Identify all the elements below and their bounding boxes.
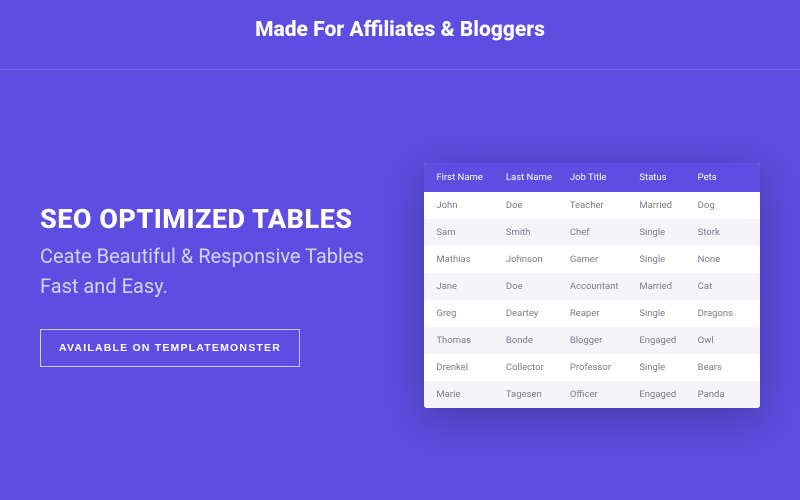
table-cell: Doe xyxy=(502,200,566,211)
page-header: Made For Affiliates & Bloggers xyxy=(0,0,800,70)
table-cell: Owl xyxy=(694,335,752,346)
header-title: Made For Affiliates & Bloggers xyxy=(255,18,545,42)
table-row: SamSmithChefSingleStork xyxy=(424,219,760,246)
table-row: DrenkelCollectorProfessorSingleBears xyxy=(424,354,760,381)
table-cell: Drenkel xyxy=(432,362,502,373)
table-cell: Blogger xyxy=(566,335,636,346)
data-table: First Name Last Name Job Title Status Pe… xyxy=(424,163,760,408)
table-header-cell: First Name xyxy=(432,172,502,183)
table-header-cell: Job Title xyxy=(566,172,636,183)
table-cell: Married xyxy=(635,281,693,292)
table-row: JaneDoeAccountantMarriedCat xyxy=(424,273,760,300)
table-header-cell: Pets xyxy=(694,172,752,183)
hero-title: SEO OPTIMIZED TABLES xyxy=(40,203,394,235)
table-cell: Engaged xyxy=(635,335,693,346)
table-header-cell: Status xyxy=(635,172,693,183)
table-cell: Single xyxy=(635,227,693,238)
table-cell: Accountant xyxy=(566,281,636,292)
table-cell: Single xyxy=(635,362,693,373)
table-cell: Teacher xyxy=(566,200,636,211)
table-cell: John xyxy=(432,200,502,211)
table-cell: Marie xyxy=(432,389,502,400)
table-cell: Single xyxy=(635,254,693,265)
table-cell: Bonde xyxy=(502,335,566,346)
hero-subtitle: Ceate Beautiful & Responsive Tables Fast… xyxy=(40,241,394,301)
table-cell: Tagesen xyxy=(502,389,566,400)
table-cell: Sam xyxy=(432,227,502,238)
table-cell: Mathias xyxy=(432,254,502,265)
table-cell: Officer xyxy=(566,389,636,400)
table-cell: Collector xyxy=(502,362,566,373)
table-cell: Bears xyxy=(694,362,752,373)
table-cell: Stork xyxy=(694,227,752,238)
table-cell: None xyxy=(694,254,752,265)
table-cell: Greg xyxy=(432,308,502,319)
table-cell: Gamer xyxy=(566,254,636,265)
table-cell: Reaper xyxy=(566,308,636,319)
main-section: SEO OPTIMIZED TABLES Ceate Beautiful & R… xyxy=(0,70,800,500)
table-row: ThomasBondeBloggerEngagedOwl xyxy=(424,327,760,354)
table-row: MathiasJohnsonGamerSingleNone xyxy=(424,246,760,273)
table-preview: First Name Last Name Job Title Status Pe… xyxy=(414,163,760,408)
table-cell: Johnson xyxy=(502,254,566,265)
table-body: JohnDoeTeacherMarriedDogSamSmithChefSing… xyxy=(424,192,760,408)
table-cell: Doe xyxy=(502,281,566,292)
table-cell: Panda xyxy=(694,389,752,400)
table-cell: Smith xyxy=(502,227,566,238)
table-cell: Jane xyxy=(432,281,502,292)
table-cell: Married xyxy=(635,200,693,211)
table-cell: Professor xyxy=(566,362,636,373)
table-cell: Single xyxy=(635,308,693,319)
table-cell: Engaged xyxy=(635,389,693,400)
table-cell: Cat xyxy=(694,281,752,292)
table-cell: Thomas xyxy=(432,335,502,346)
table-cell: Dog xyxy=(694,200,752,211)
table-row: MarieTagesenOfficerEngagedPanda xyxy=(424,381,760,408)
table-row: JohnDoeTeacherMarriedDog xyxy=(424,192,760,219)
hero-content: SEO OPTIMIZED TABLES Ceate Beautiful & R… xyxy=(40,203,414,367)
table-cell: Dragons xyxy=(694,308,752,319)
table-cell: Chef xyxy=(566,227,636,238)
table-cell: Deartey xyxy=(502,308,566,319)
cta-button[interactable]: AVAILABLE ON TEMPLATEMONSTER xyxy=(40,329,300,367)
table-header-cell: Last Name xyxy=(502,172,566,183)
table-header-row: First Name Last Name Job Title Status Pe… xyxy=(424,163,760,192)
table-row: GregDearteyReaperSingleDragons xyxy=(424,300,760,327)
